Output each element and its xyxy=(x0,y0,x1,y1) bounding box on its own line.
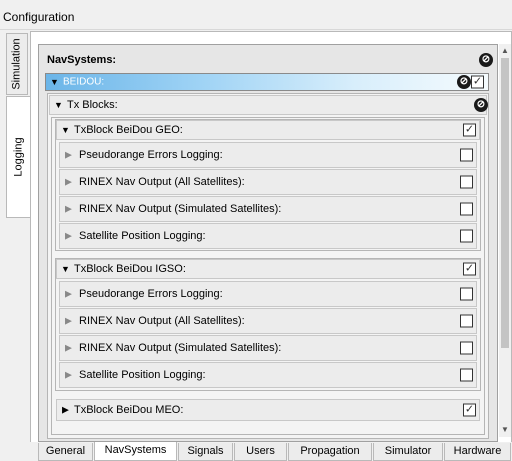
navsystems-title: NavSystems: xyxy=(47,54,117,66)
tab-hardware[interactable]: Hardware xyxy=(444,443,511,461)
clear-icon[interactable]: ⊘ xyxy=(457,75,471,89)
tab-logging[interactable]: Logging xyxy=(6,96,31,218)
vertical-scrollbar[interactable]: ▲ ▼ xyxy=(499,44,511,437)
expand-icon[interactable]: ▶ xyxy=(65,289,72,300)
txblock-igso-header[interactable]: ▼ TxBlock BeiDou IGSO: ✓ xyxy=(56,259,480,279)
tx-blocks-label: Tx Blocks: xyxy=(67,99,118,111)
list-item[interactable]: ▶ RINEX Nav Output (Simulated Satellites… xyxy=(59,335,477,361)
scrollbar-thumb[interactable] xyxy=(501,58,509,348)
item-label: Pseudorange Errors Logging: xyxy=(79,288,223,300)
txblock-igso-label: TxBlock BeiDou IGSO: xyxy=(74,263,186,275)
clear-icon[interactable]: ⊘ xyxy=(474,98,488,112)
list-item[interactable]: ▶ RINEX Nav Output (Simulated Satellites… xyxy=(59,196,477,222)
tab-general[interactable]: General xyxy=(38,443,93,461)
navsystems-panel: NavSystems: ⊘ ▼ BEIDOU: ⊘ ✓ ▼ Tx Blocks:… xyxy=(38,44,498,442)
item-label: Pseudorange Errors Logging: xyxy=(79,149,223,161)
tab-logging-label: Logging xyxy=(12,137,25,177)
collapse-icon[interactable]: ▼ xyxy=(54,100,63,110)
tab-navsystems[interactable]: NavSystems xyxy=(94,442,177,461)
txblock-meo-checkbox[interactable]: ✓ xyxy=(463,403,476,417)
expand-icon[interactable]: ▶ xyxy=(62,405,69,416)
bottom-tab-bar: General NavSystems Signals Users Propaga… xyxy=(30,442,512,461)
txblock-geo-header[interactable]: ▼ TxBlock BeiDou GEO: ✓ xyxy=(56,120,480,140)
expand-icon[interactable]: ▶ xyxy=(65,316,72,327)
expand-icon[interactable]: ▶ xyxy=(65,177,72,188)
item-label: RINEX Nav Output (All Satellites): xyxy=(79,315,245,327)
item-checkbox[interactable] xyxy=(460,175,473,189)
item-checkbox[interactable] xyxy=(460,287,473,301)
beidou-checkbox[interactable]: ✓ xyxy=(471,75,484,89)
side-tab-bar: Simulation Logging xyxy=(0,31,31,461)
txblock-meo-label: TxBlock BeiDou MEO: xyxy=(74,404,184,416)
item-label: RINEX Nav Output (Simulated Satellites): xyxy=(79,342,282,354)
collapse-icon[interactable]: ▼ xyxy=(61,264,70,274)
tab-propagation[interactable]: Propagation xyxy=(288,443,372,461)
item-label: Satellite Position Logging: xyxy=(79,369,206,381)
navsystems-header: NavSystems: ⊘ xyxy=(42,48,494,72)
expand-icon[interactable]: ▶ xyxy=(65,370,72,381)
expand-icon[interactable]: ▶ xyxy=(65,231,72,242)
scroll-up-icon[interactable]: ▲ xyxy=(500,46,510,56)
list-item[interactable]: ▶ Pseudorange Errors Logging: xyxy=(59,142,477,168)
txblock-geo-label: TxBlock BeiDou GEO: xyxy=(74,124,183,136)
list-item[interactable]: ▶ RINEX Nav Output (All Satellites): xyxy=(59,169,477,195)
list-item[interactable]: ▶ Satellite Position Logging: xyxy=(59,362,477,388)
list-item[interactable]: ▶ Satellite Position Logging: xyxy=(59,223,477,249)
tab-simulator[interactable]: Simulator xyxy=(373,443,443,461)
txblock-geo-checkbox[interactable]: ✓ xyxy=(463,123,476,137)
item-checkbox[interactable] xyxy=(460,229,473,243)
tx-blocks-header[interactable]: ▼ Tx Blocks: ⊘ xyxy=(49,95,488,115)
expand-icon[interactable]: ▶ xyxy=(65,204,72,215)
item-label: RINEX Nav Output (Simulated Satellites): xyxy=(79,203,282,215)
beidou-header[interactable]: ▼ BEIDOU: ⊘ ✓ xyxy=(45,73,489,91)
window-title: Configuration xyxy=(0,0,512,30)
expand-icon[interactable]: ▶ xyxy=(65,150,72,161)
scroll-down-icon[interactable]: ▼ xyxy=(500,425,510,435)
txblock-igso-checkbox[interactable]: ✓ xyxy=(463,262,476,276)
item-checkbox[interactable] xyxy=(460,314,473,328)
expand-icon[interactable]: ▶ xyxy=(65,343,72,354)
tab-users[interactable]: Users xyxy=(234,443,287,461)
list-item[interactable]: ▶ RINEX Nav Output (All Satellites): xyxy=(59,308,477,334)
tab-signals[interactable]: Signals xyxy=(178,443,233,461)
tab-simulation[interactable]: Simulation xyxy=(6,33,28,95)
item-checkbox[interactable] xyxy=(460,202,473,216)
item-checkbox[interactable] xyxy=(460,148,473,162)
collapse-icon[interactable]: ▼ xyxy=(61,125,70,135)
item-checkbox[interactable] xyxy=(460,341,473,355)
list-item[interactable]: ▶ Pseudorange Errors Logging: xyxy=(59,281,477,307)
collapse-icon[interactable]: ▼ xyxy=(50,77,59,87)
item-label: RINEX Nav Output (All Satellites): xyxy=(79,176,245,188)
item-label: Satellite Position Logging: xyxy=(79,230,206,242)
txblock-meo-header[interactable]: ▶ TxBlock BeiDou MEO: ✓ xyxy=(56,399,480,421)
item-checkbox[interactable] xyxy=(460,368,473,382)
clear-icon[interactable]: ⊘ xyxy=(479,53,493,67)
tab-simulation-label: Simulation xyxy=(11,38,24,90)
beidou-label: BEIDOU: xyxy=(63,76,105,88)
